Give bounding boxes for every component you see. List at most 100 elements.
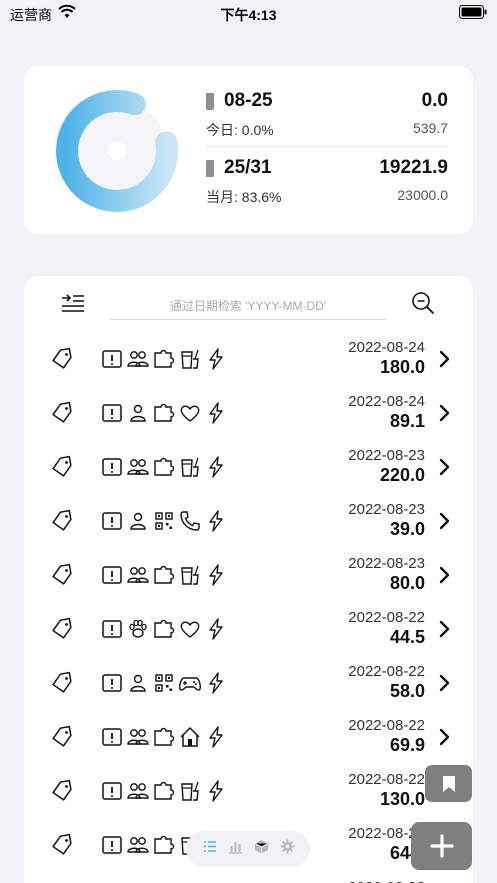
category-icons xyxy=(100,671,228,695)
month-sub-row: 当月: 83.6% 23000.0 xyxy=(206,183,448,209)
record-amount: 58.0 xyxy=(389,681,425,701)
person-icon xyxy=(130,512,146,530)
heart-icon xyxy=(180,621,200,638)
puzzle-icon xyxy=(154,565,175,584)
tab-list[interactable] xyxy=(202,839,217,859)
summary-divider xyxy=(206,146,448,147)
phone-icon xyxy=(180,511,200,531)
records-card: 2022-08-24 180.0 2022-08-24 89.1 2022-08… xyxy=(24,276,473,883)
cup-icon xyxy=(181,457,199,477)
bookmark-icon xyxy=(442,775,455,792)
group-icon xyxy=(127,783,149,799)
battery-icon xyxy=(459,5,487,19)
alert-box-icon xyxy=(102,512,122,530)
alert-box-icon xyxy=(102,836,122,854)
sort-icon[interactable] xyxy=(60,290,86,316)
tag-icon[interactable] xyxy=(50,509,74,533)
group-icon xyxy=(127,351,149,367)
chevron-right-icon[interactable] xyxy=(437,457,451,477)
record-row[interactable]: 2022-08-23 80.0 xyxy=(24,548,473,602)
record-amount: 44.5 xyxy=(389,627,425,647)
bolt-icon xyxy=(209,672,223,694)
record-amount: 89.1 xyxy=(389,411,425,431)
alert-box-icon xyxy=(102,674,122,692)
record-row[interactable]: 2022-08-24 89.1 xyxy=(24,386,473,440)
bookmark-button[interactable] xyxy=(425,765,472,802)
tab-cube[interactable] xyxy=(254,839,269,859)
day-sub-row: 今日: 0.0% 539.7 xyxy=(206,116,448,142)
chevron-right-icon[interactable] xyxy=(437,565,451,585)
tag-icon[interactable] xyxy=(50,563,74,587)
tag-icon[interactable] xyxy=(50,725,74,749)
category-icons xyxy=(100,509,228,533)
tag-icon[interactable] xyxy=(50,401,74,425)
date-search-input[interactable] xyxy=(110,292,386,320)
record-row[interactable]: 2022-08-22 58.0 xyxy=(24,656,473,710)
group-icon xyxy=(127,459,149,475)
status-bar: 运营商 下午4:13 xyxy=(0,0,497,28)
group-icon xyxy=(127,567,149,583)
bolt-icon xyxy=(209,726,223,748)
record-row[interactable]: 2022-08-22 44.5 xyxy=(24,602,473,656)
record-row[interactable]: 2022-08-22 xyxy=(24,872,473,883)
chart-icon xyxy=(228,842,242,854)
category-icons xyxy=(100,563,228,587)
settings-icon xyxy=(280,839,294,854)
category-icons xyxy=(100,347,228,371)
puzzle-icon xyxy=(154,835,175,854)
tag-icon[interactable] xyxy=(50,671,74,695)
tag-icon[interactable] xyxy=(50,779,74,803)
day-percent-label: 今日: 0.0% xyxy=(206,122,274,138)
category-icons xyxy=(100,401,228,425)
search-icon[interactable] xyxy=(410,290,436,316)
bolt-icon xyxy=(209,402,223,424)
month-stat-row: 25/31 19221.9 xyxy=(206,153,448,183)
record-date: 2022-08-23 xyxy=(348,447,425,464)
alert-box-icon xyxy=(102,728,122,746)
tag-icon[interactable] xyxy=(50,455,74,479)
category-icons xyxy=(100,455,228,479)
add-record-button[interactable] xyxy=(411,822,472,870)
cup-icon xyxy=(181,781,199,801)
record-amount: 39.0 xyxy=(389,519,425,539)
paw-icon xyxy=(129,619,147,638)
chevron-right-icon[interactable] xyxy=(437,727,451,747)
tab-chart[interactable] xyxy=(228,839,243,859)
tag-icon[interactable] xyxy=(50,347,74,371)
tag-icon[interactable] xyxy=(50,617,74,641)
record-date: 2022-08-22 xyxy=(348,879,425,883)
record-row[interactable]: 2022-08-24 180.0 xyxy=(24,332,473,386)
qr-icon xyxy=(155,674,173,692)
summary-card: 08-25 0.0 今日: 0.0% 539.7 25/31 19221.9 当… xyxy=(24,66,473,234)
alert-box-icon xyxy=(102,566,122,584)
puzzle-icon xyxy=(154,457,175,476)
alert-box-icon xyxy=(102,350,122,368)
puzzle-icon xyxy=(154,349,175,368)
chevron-right-icon[interactable] xyxy=(437,673,451,693)
tag-icon[interactable] xyxy=(50,833,74,857)
month-budget-value: 23000.0 xyxy=(397,187,448,203)
house-icon xyxy=(180,726,200,747)
record-amount: 80.0 xyxy=(389,573,425,593)
chevron-right-icon[interactable] xyxy=(437,619,451,639)
day-value: 0.0 xyxy=(421,90,448,111)
record-date: 2022-08-22 xyxy=(348,663,425,680)
alert-box-icon xyxy=(102,620,122,638)
bolt-icon xyxy=(209,456,223,478)
qr-icon xyxy=(155,512,173,530)
chevron-right-icon[interactable] xyxy=(437,403,451,423)
record-row[interactable]: 2022-08-23 39.0 xyxy=(24,494,473,548)
record-row[interactable]: 2022-08-22 69.9 xyxy=(24,710,473,764)
record-amount: 130.0 xyxy=(379,789,425,809)
chevron-right-icon[interactable] xyxy=(437,349,451,369)
tab-settings[interactable] xyxy=(280,839,295,859)
group-icon xyxy=(127,729,149,745)
chevron-right-icon[interactable] xyxy=(437,511,451,531)
record-row[interactable]: 2022-08-23 220.0 xyxy=(24,440,473,494)
record-row[interactable]: 2022-08-22 130.0 xyxy=(24,764,473,818)
records-list: 2022-08-24 180.0 2022-08-24 89.1 2022-08… xyxy=(24,332,473,883)
group-icon xyxy=(127,837,149,853)
bolt-icon xyxy=(209,618,223,640)
category-icons xyxy=(100,617,228,641)
bolt-icon xyxy=(209,564,223,586)
